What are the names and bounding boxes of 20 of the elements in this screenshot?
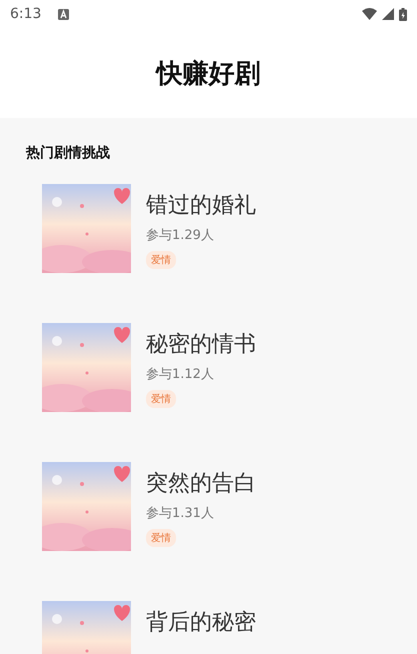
cover-illustration[interactable]	[42, 184, 131, 273]
participant-count: 参与1.29人	[146, 227, 214, 244]
drama-title[interactable]: 突然的告白	[146, 470, 256, 498]
genre-tag: 爱情	[146, 529, 176, 547]
genre-tag: 爱情	[146, 251, 176, 269]
participant-count: 参与1.12人	[146, 366, 214, 383]
page-title: 快赚好剧	[156, 58, 260, 90]
notification-icon	[58, 8, 70, 20]
drama-title[interactable]: 错过的婚礼	[146, 192, 256, 220]
status-time: 6:13	[10, 6, 42, 22]
signal-icon	[382, 8, 394, 20]
battery-icon	[399, 8, 407, 20]
section-title: 热门剧情挑战	[26, 144, 111, 162]
drama-title[interactable]: 秘密的情书	[146, 331, 256, 359]
wifi-icon	[362, 8, 377, 20]
drama-title[interactable]: 背后的秘密	[146, 609, 256, 637]
participant-count: 参与1.31人	[146, 505, 214, 522]
cover-illustration[interactable]	[42, 462, 131, 551]
cover-illustration[interactable]	[42, 323, 131, 412]
genre-tag: 爱情	[146, 390, 176, 408]
